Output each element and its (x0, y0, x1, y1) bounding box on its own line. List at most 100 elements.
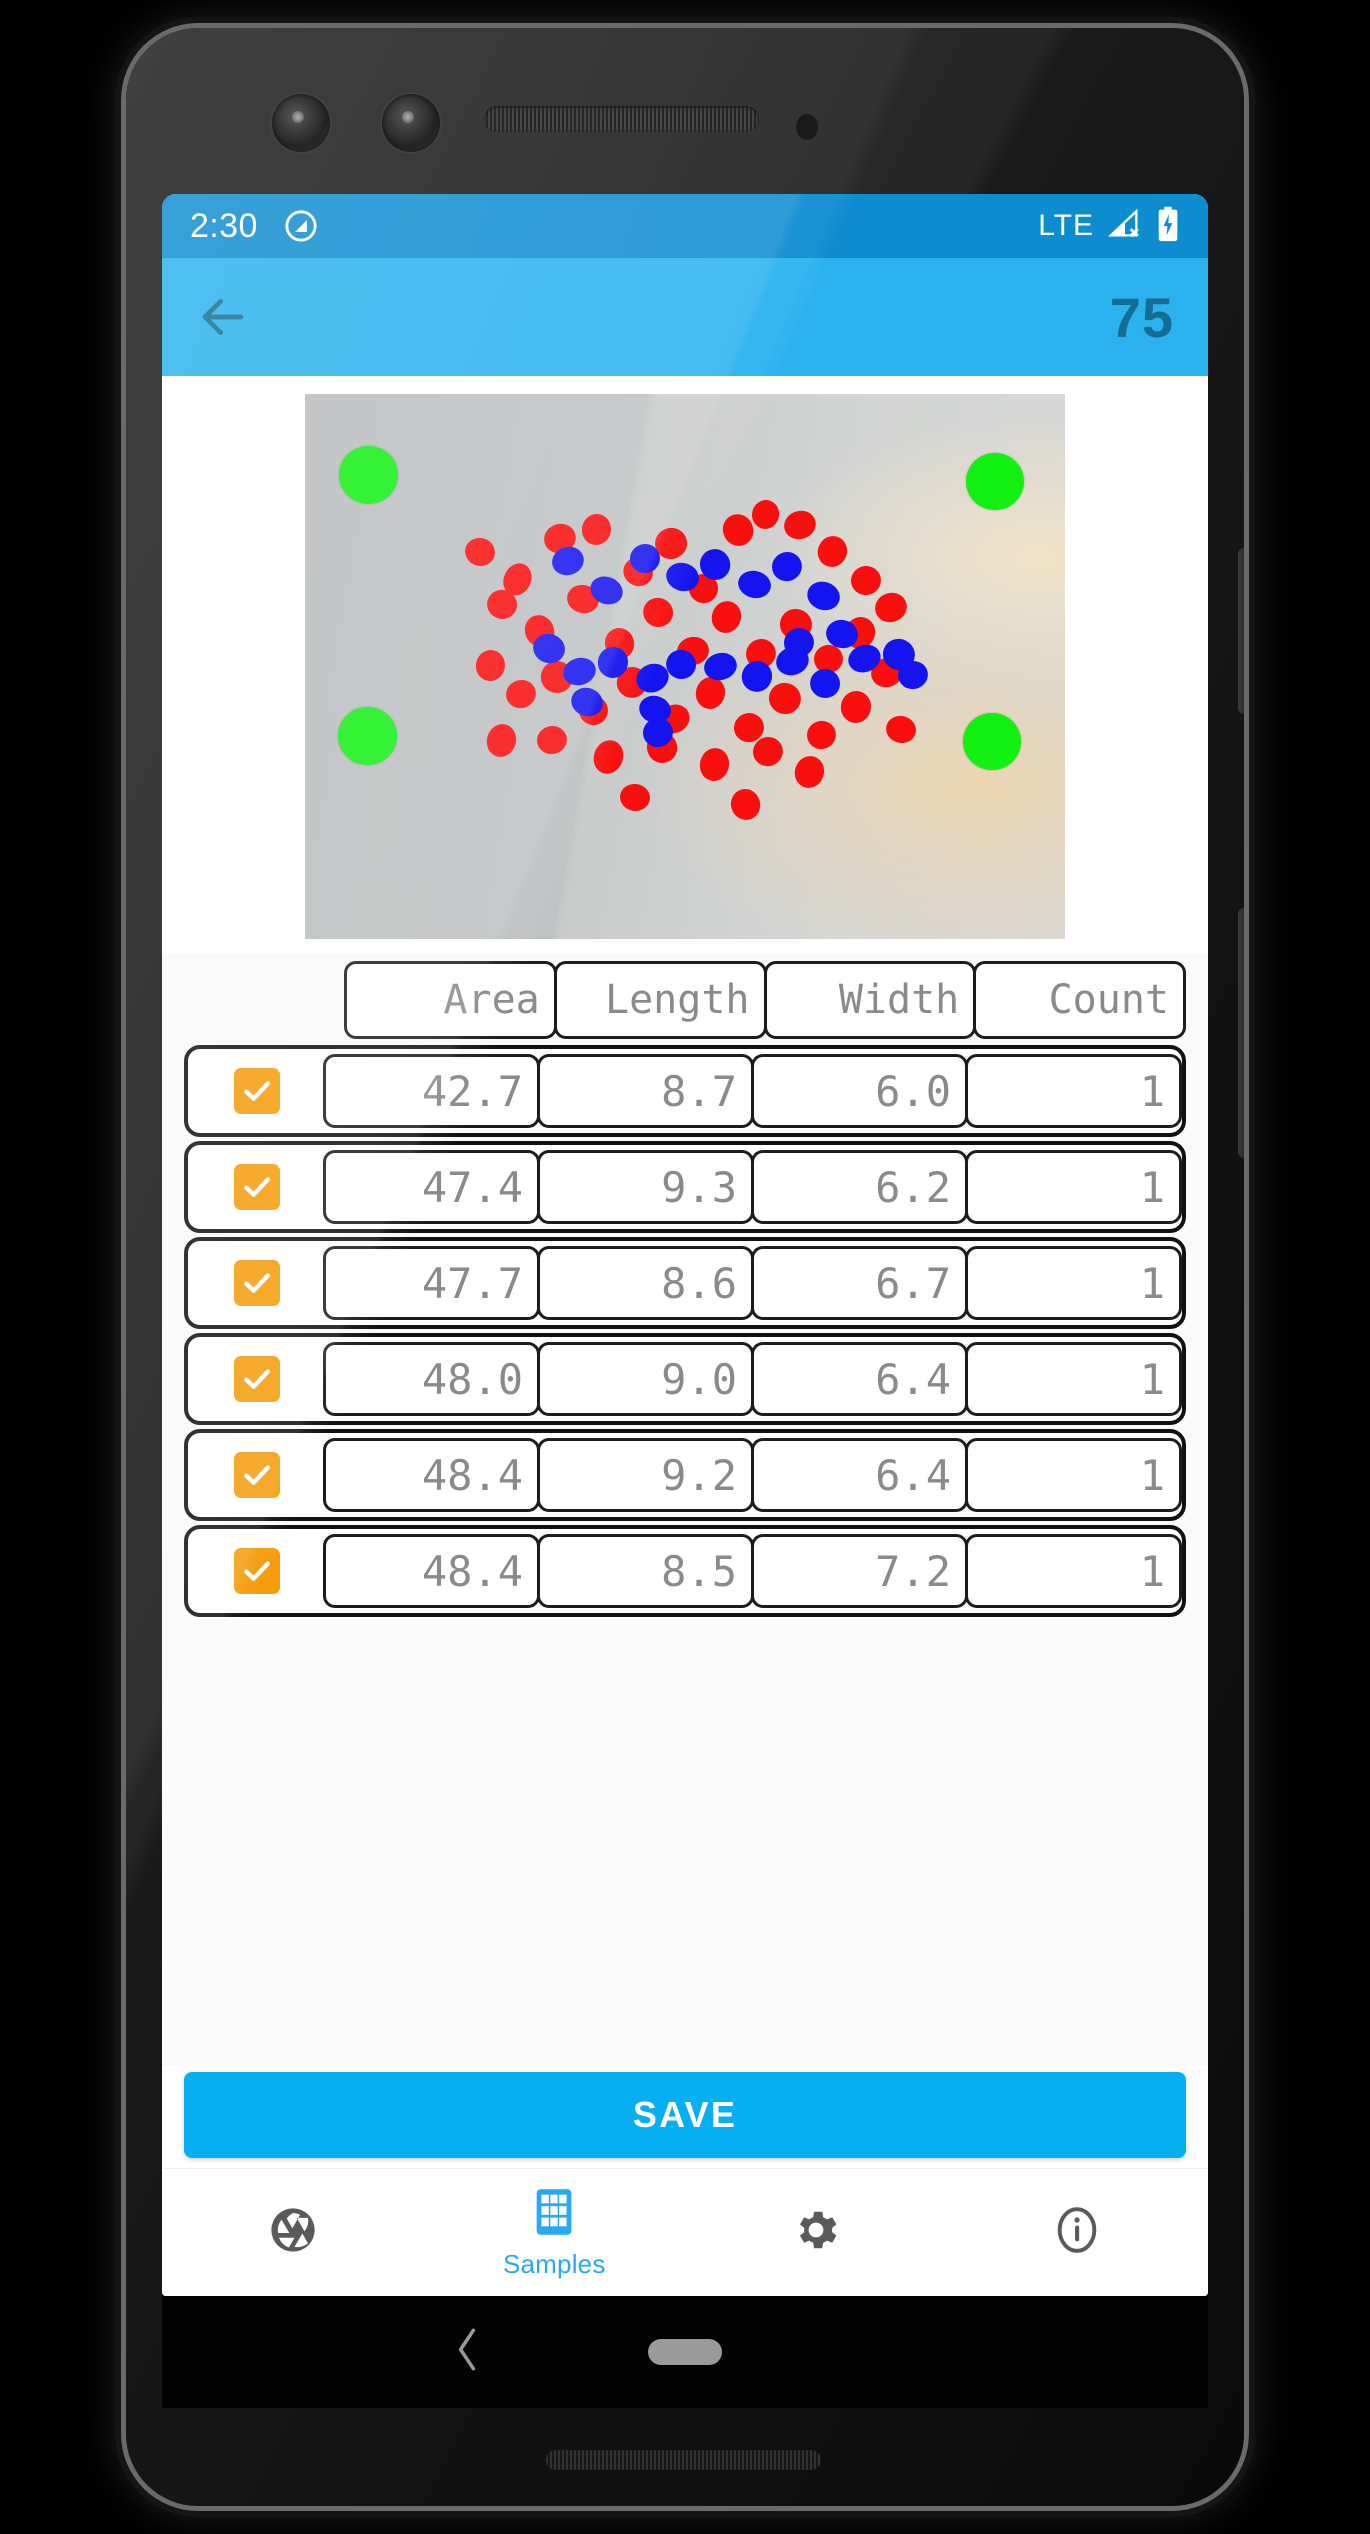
cell-length[interactable]: 9.2 (537, 1438, 754, 1512)
notification-badge-icon (284, 209, 318, 243)
android-home-pill[interactable] (648, 2339, 722, 2365)
detected-seed-blob (692, 674, 729, 713)
detected-seed-blob (473, 647, 508, 684)
detected-seed-blob (749, 497, 782, 533)
row-checkbox[interactable] (234, 1452, 280, 1498)
nav-item-capture[interactable] (162, 2204, 424, 2261)
checkmark-icon (244, 1369, 270, 1389)
cell-area[interactable]: 47.4 (323, 1150, 540, 1224)
detected-seed-blob (579, 511, 613, 547)
info-icon (1051, 2204, 1103, 2261)
row-select-cell[interactable] (188, 1260, 326, 1306)
front-camera-icon (272, 94, 330, 152)
detected-seed-blob (803, 577, 844, 615)
battery-charging-icon (1156, 206, 1180, 247)
row-select-cell[interactable] (188, 1164, 326, 1210)
cell-count[interactable]: 1 (965, 1054, 1182, 1128)
cell-length[interactable]: 8.6 (537, 1246, 754, 1320)
cell-count[interactable]: 1 (965, 1534, 1182, 1608)
nav-item-settings[interactable] (685, 2204, 947, 2261)
save-button[interactable]: SAVE (184, 2072, 1186, 2158)
cell-area[interactable]: 48.0 (323, 1342, 540, 1416)
screenshot-stage: 2:30 LTE 75 Area Length Width Count 42.7… (0, 0, 1370, 2534)
detected-seed-blob (618, 781, 653, 813)
grid-icon (528, 2186, 580, 2243)
cell-count[interactable]: 1 (965, 1150, 1182, 1224)
phone-device-frame: 2:30 LTE 75 Area Length Width Count 42.7… (126, 28, 1244, 2506)
table-row[interactable]: 47.4 9.3 6.2 1 (184, 1141, 1186, 1233)
nav-item-samples[interactable]: Samples (424, 2186, 686, 2280)
cell-count[interactable]: 1 (965, 1438, 1182, 1512)
status-bar: 2:30 LTE (162, 194, 1208, 258)
earpiece-speaker-grille (484, 106, 759, 132)
main-content: Area Length Width Count 42.7 8.7 6.0 1 47.4 9… (162, 376, 1208, 2296)
cell-area[interactable]: 48.4 (323, 1534, 540, 1608)
cell-area[interactable]: 42.7 (323, 1054, 540, 1128)
checkmark-icon (244, 1177, 270, 1197)
proximity-sensor-icon (796, 114, 818, 140)
cell-area[interactable]: 47.7 (323, 1246, 540, 1320)
sample-rows-list[interactable]: 42.7 8.7 6.0 1 47.4 9.3 6.2 1 47.7 8.6 6.7 1 48.0 9.0… (162, 1039, 1208, 2066)
cell-width[interactable]: 6.7 (751, 1246, 968, 1320)
cell-width[interactable]: 7.2 (751, 1534, 968, 1608)
cell-length[interactable]: 9.0 (537, 1342, 754, 1416)
phone-screen: 2:30 LTE 75 Area Length Width Count 42.7… (162, 194, 1208, 2296)
android-back-icon[interactable] (450, 2326, 484, 2379)
cell-count[interactable]: 1 (965, 1342, 1182, 1416)
detected-seed-blob (838, 688, 874, 726)
table-row[interactable]: 48.0 9.0 6.4 1 (184, 1333, 1186, 1425)
cell-count[interactable]: 1 (965, 1246, 1182, 1320)
table-row[interactable]: 42.7 8.7 6.0 1 (184, 1045, 1186, 1137)
table-row[interactable]: 48.4 9.2 6.4 1 (184, 1429, 1186, 1521)
back-button[interactable] (196, 290, 250, 344)
cell-width[interactable]: 6.4 (751, 1342, 968, 1416)
sample-analysis-photo[interactable] (305, 394, 1065, 939)
row-checkbox[interactable] (234, 1260, 280, 1306)
row-select-cell[interactable] (188, 1356, 326, 1402)
row-checkbox[interactable] (234, 1356, 280, 1402)
detected-seed-blob (791, 752, 829, 792)
cell-width[interactable]: 6.4 (751, 1438, 968, 1512)
detected-seed-blob (638, 593, 679, 633)
network-type-label: LTE (1038, 209, 1094, 242)
detected-seed-blob (483, 720, 521, 760)
app-bar: 75 (162, 258, 1208, 376)
detected-seed-blob (767, 547, 808, 587)
cell-length[interactable]: 9.3 (537, 1150, 754, 1224)
detected-seed-blob (461, 534, 499, 571)
detected-seed-blob (847, 562, 884, 598)
detected-seed-blob (807, 665, 844, 702)
detected-seed-blob (870, 588, 911, 627)
calibration-marker (966, 452, 1024, 510)
detected-seed-blob (533, 723, 571, 759)
calibration-marker (339, 445, 399, 504)
column-header-width: Width (763, 961, 977, 1039)
cell-width[interactable]: 6.2 (751, 1150, 968, 1224)
sample-count-label: 75 (1109, 285, 1174, 349)
row-checkbox[interactable] (234, 1548, 280, 1594)
cell-length[interactable]: 8.5 (537, 1534, 754, 1608)
status-bar-time: 2:30 (190, 206, 258, 245)
cell-length[interactable]: 8.7 (537, 1054, 754, 1128)
nav-item-info[interactable] (947, 2204, 1209, 2261)
table-row[interactable]: 47.7 8.6 6.7 1 (184, 1237, 1186, 1329)
column-header-length: Length (553, 961, 767, 1039)
table-row[interactable]: 48.4 8.5 7.2 1 (184, 1525, 1186, 1617)
row-select-cell[interactable] (188, 1452, 326, 1498)
cell-width[interactable]: 6.0 (751, 1054, 968, 1128)
row-checkbox[interactable] (234, 1164, 280, 1210)
cell-area[interactable]: 48.4 (323, 1438, 540, 1512)
checkmark-icon (244, 1081, 270, 1101)
calibration-marker (963, 713, 1021, 771)
column-header-count: Count (973, 961, 1186, 1039)
column-header-area: Area (344, 961, 557, 1039)
detected-seed-blob (803, 717, 839, 753)
android-navigation-bar (162, 2296, 1208, 2408)
detected-seed-blob (707, 597, 746, 637)
power-button[interactable] (1238, 548, 1244, 714)
volume-button[interactable] (1238, 908, 1244, 1158)
detected-seed-blob (764, 677, 806, 719)
row-checkbox[interactable] (234, 1068, 280, 1114)
row-select-cell[interactable] (188, 1068, 326, 1114)
row-select-cell[interactable] (188, 1548, 326, 1594)
